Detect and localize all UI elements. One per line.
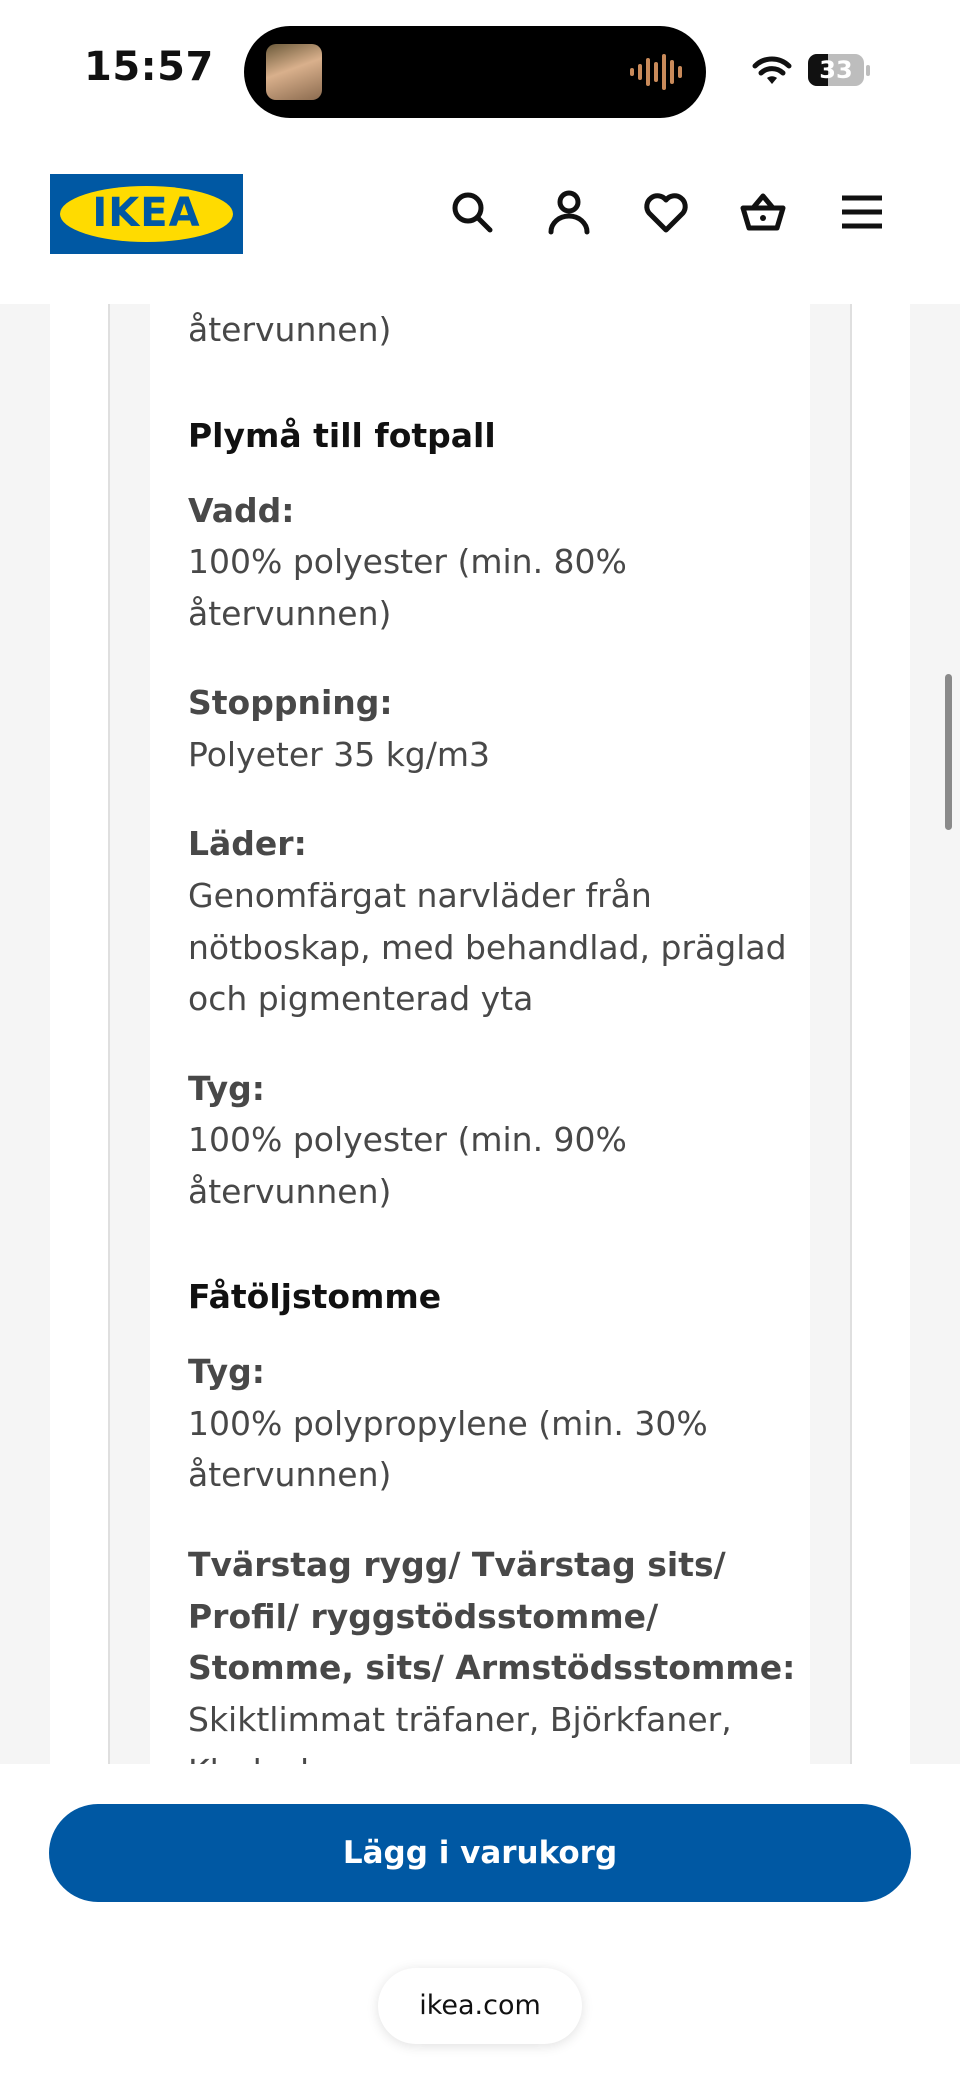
dynamic-island[interactable] <box>244 26 706 118</box>
ikea-logo[interactable]: IKEA <box>50 174 243 254</box>
material-label: Läder: <box>188 824 307 863</box>
material-label: Tyg: <box>188 1069 265 1108</box>
clock: 15:57 <box>84 44 214 90</box>
bottom-bar: Lägg i varukorg ikea.com <box>0 1764 960 2081</box>
browser-url-pill[interactable]: ikea.com <box>378 1968 582 2044</box>
menu-icon[interactable] <box>838 188 886 236</box>
audio-wave-icon <box>630 54 682 90</box>
material-value-line: återvunnen) <box>188 1455 392 1494</box>
material-label: Tyg: <box>188 1352 265 1391</box>
account-icon[interactable] <box>545 188 593 236</box>
material-value-line: Genomfärgat narvläder från <box>188 876 652 915</box>
add-to-cart-button[interactable]: Lägg i varukorg <box>49 1804 911 1902</box>
search-icon[interactable] <box>448 188 496 236</box>
cart-icon[interactable] <box>739 188 787 236</box>
material-label: Tvärstag rygg/ Tvärstag sits/ <box>188 1545 726 1584</box>
site-header: IKEA <box>0 140 960 304</box>
battery-icon: 33 <box>808 54 870 88</box>
material-label: Profil/ ryggstödsstomme/ <box>188 1597 659 1636</box>
material-value-line: 100% polyester (min. 80% <box>188 542 627 581</box>
material-value-line: nötboskap, med behandlad, präglad <box>188 928 787 967</box>
material-label: Stoppning: <box>188 683 393 722</box>
page-scrollbar[interactable] <box>945 674 952 830</box>
wifi-icon <box>752 56 792 84</box>
material-label: Vadd: <box>188 491 295 530</box>
material-value-line: återvunnen) <box>188 1172 392 1211</box>
heart-icon[interactable] <box>642 188 690 236</box>
material-value-line: Polyeter 35 kg/m3 <box>188 735 491 774</box>
materials-panel: återvunnen) Plymå till fotpall Vadd: 100… <box>0 304 960 1764</box>
material-label: Stomme, sits/ Armstödsstomme: <box>188 1648 796 1687</box>
material-value-line: återvunnen) <box>188 310 392 349</box>
material-value-line: 100% polypropylene (min. 30% <box>188 1404 708 1443</box>
section-title: Plymå till fotpall <box>188 416 496 455</box>
section-title: Fåtöljstomme <box>188 1277 442 1316</box>
battery-level: 33 <box>819 56 853 84</box>
logo-text: IKEA <box>92 190 201 236</box>
material-value-line: återvunnen) <box>188 594 392 633</box>
panel-border-right <box>850 304 852 1764</box>
material-value-line: och pigmenterad yta <box>188 979 534 1018</box>
contact-photo-icon <box>266 44 322 100</box>
status-bar: 15:57 33 <box>0 0 960 140</box>
material-value-line: Klarlack <box>188 1746 319 1764</box>
material-value-line: Skiktlimmat träfaner, Björkfaner, <box>188 1700 732 1739</box>
material-value-line: 100% polyester (min. 90% <box>188 1120 627 1159</box>
